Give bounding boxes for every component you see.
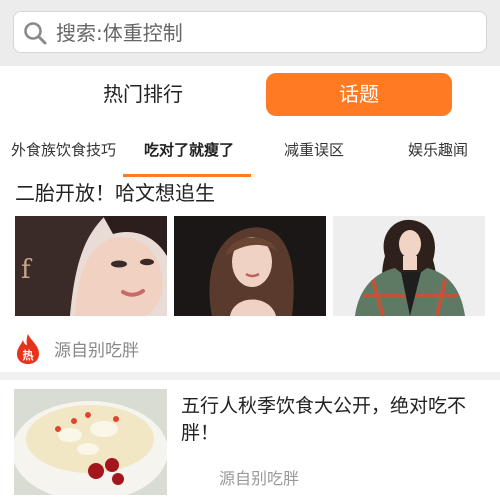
search-box[interactable]: 搜索:体重控制 [13,11,487,53]
active-tab-indicator [123,174,251,177]
search-icon [24,22,47,45]
hot-badge-label: 热 [23,348,34,362]
tab-topics[interactable]: 话题 [266,73,452,116]
search-query-text[interactable]: 搜索:体重控制 [56,21,183,45]
article-image[interactable] [14,389,167,495]
top-tab-bar: 热门排行 话题 [0,66,500,126]
sub-tab-eating-out-tips[interactable]: 外食族饮食技巧 [11,140,116,160]
sub-tab-eat-right[interactable]: 吃对了就瘦了 [144,140,234,160]
sub-tab-entertainment[interactable]: 娱乐趣闻 [408,140,468,160]
sub-tab-bar: 外食族饮食技巧 吃对了就瘦了 减重误区 娱乐趣闻 [0,126,500,178]
sub-tab-diet-myths[interactable]: 减重误区 [284,140,344,160]
feature-source-text: 源自别吃胖 [54,341,139,361]
flame-hot-icon: 热 [17,334,39,364]
section-divider [0,372,500,380]
feature-image-3[interactable] [333,216,485,316]
article-title[interactable]: 五行人秋季饮食大公开，绝对吃不胖！ [181,393,487,447]
feature-headline[interactable]: 二胎开放！哈文想追生 [15,180,215,206]
feature-image-1[interactable]: f [15,216,167,316]
tab-hot-ranking[interactable]: 热门排行 [50,73,236,116]
feature-image-2[interactable] [174,216,326,316]
search-bar: 搜索:体重控制 [0,0,500,66]
article-source-text: 源自别吃胖 [219,469,300,488]
